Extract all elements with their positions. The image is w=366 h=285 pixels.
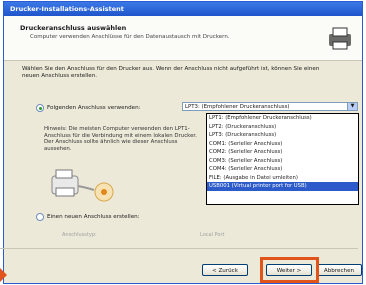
wizard-header: Druckeranschluss auswählen Computer verw… bbox=[4, 16, 362, 61]
port-option[interactable]: COM1: (Serieller Anschluss) bbox=[207, 140, 358, 149]
use-existing-port-option[interactable]: Folgenden Anschluss verwenden: bbox=[36, 104, 141, 112]
port-option[interactable]: LPT3: (Druckeranschluss) bbox=[207, 131, 358, 140]
port-option[interactable]: FILE: (Ausgabe in Datei umleiten) bbox=[207, 174, 358, 183]
radio-new[interactable] bbox=[36, 213, 44, 221]
existing-port-label: Folgenden Anschluss verwenden: bbox=[47, 105, 141, 111]
hint-text: Hinweis: Die meisten Computer verwenden … bbox=[44, 126, 197, 152]
chevron-down-icon[interactable]: ▼ bbox=[347, 103, 357, 110]
title-bar: Drucker-Installations-Assistent bbox=[4, 2, 362, 16]
radio-existing[interactable] bbox=[36, 104, 44, 112]
button-separator bbox=[0, 248, 358, 249]
cancel-button[interactable]: Abbrechen bbox=[316, 264, 362, 276]
header-subtitle: Computer verwenden Anschlüsse für den Da… bbox=[30, 34, 230, 40]
port-option[interactable]: COM4: (Serieller Anschluss) bbox=[207, 165, 358, 174]
printer-icon bbox=[326, 24, 354, 52]
port-option-selected[interactable]: USB001 (Virtual printer port for USB) bbox=[207, 182, 358, 191]
printer-port-illustration bbox=[48, 166, 128, 206]
port-option[interactable]: LPT2: (Druckeranschluss) bbox=[207, 123, 358, 132]
intro-text: Wählen Sie den Anschluss für den Drucker… bbox=[22, 66, 320, 79]
port-option[interactable]: COM3: (Serieller Anschluss) bbox=[207, 157, 358, 166]
header-title: Druckeranschluss auswählen bbox=[20, 24, 127, 32]
port-option[interactable]: LPT1: (Empfohlener Druckeranschluss) bbox=[207, 114, 358, 123]
port-option[interactable]: COM2: (Serieller Anschluss) bbox=[207, 148, 358, 157]
port-dropdown-list[interactable]: LPT1: (Empfohlener Druckeranschluss) LPT… bbox=[206, 113, 359, 205]
port-type-select[interactable]: Local Port bbox=[200, 232, 224, 238]
port-select-value: LPT3: (Empfohlener Druckeranschluss) bbox=[185, 104, 290, 110]
new-port-label: Einen neuen Anschluss erstellen: bbox=[47, 214, 140, 220]
pointer-arrow-icon bbox=[0, 268, 7, 282]
back-button[interactable]: < Zurück bbox=[202, 264, 248, 276]
next-button-highlight bbox=[260, 257, 319, 283]
create-new-port-option[interactable]: Einen neuen Anschluss erstellen: bbox=[36, 213, 140, 221]
port-select[interactable]: LPT3: (Empfohlener Druckeranschluss) ▼ bbox=[182, 102, 358, 111]
port-type-label: Anschlusstyp: bbox=[62, 232, 97, 238]
